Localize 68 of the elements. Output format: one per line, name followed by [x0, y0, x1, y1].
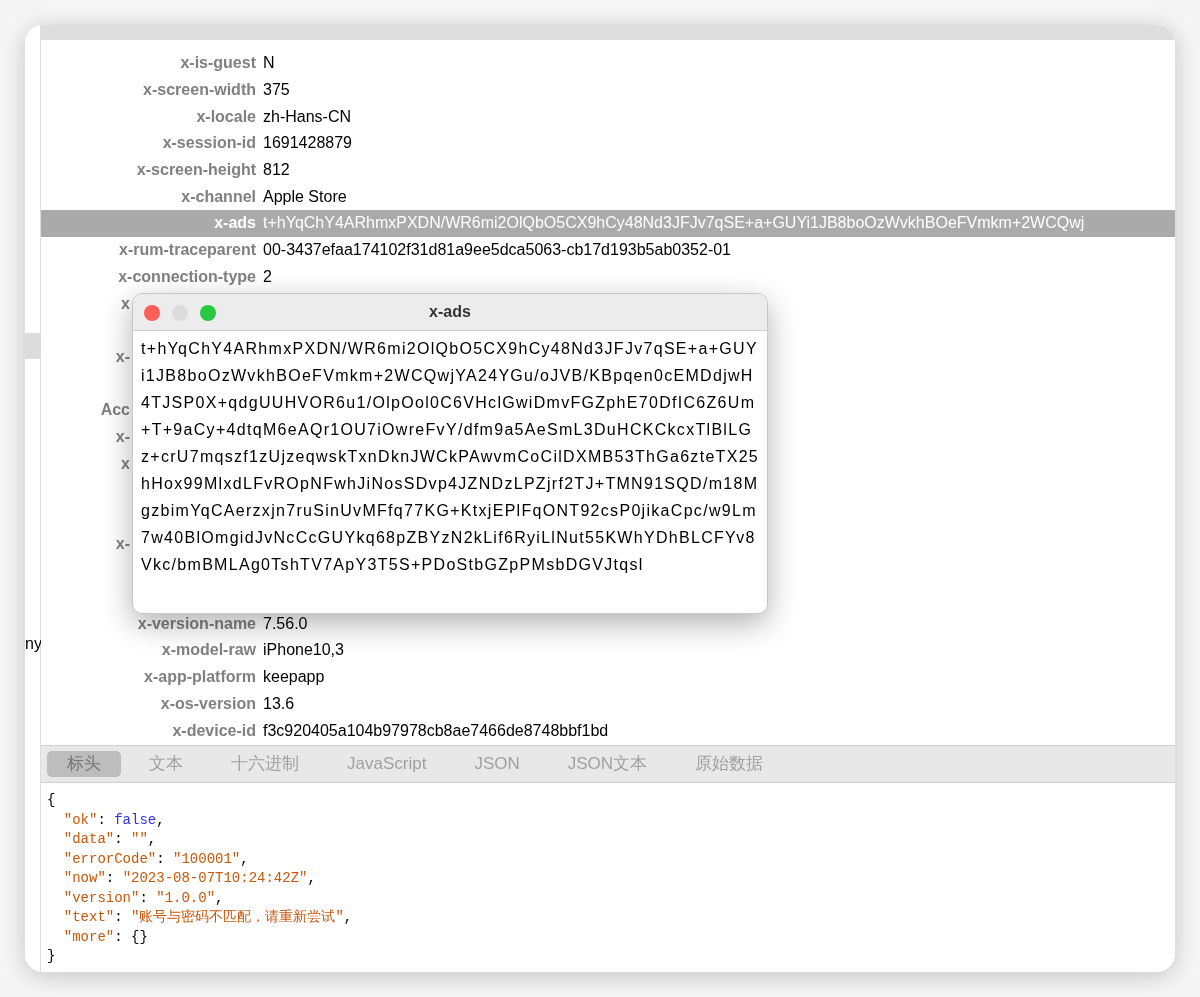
- header-name: x: [121, 454, 130, 472]
- header-name: x-is-guest: [179, 53, 256, 74]
- json-value: "账号与密码不匹配，请重新尝试": [131, 909, 344, 925]
- header-value: 812: [263, 160, 290, 181]
- header-value: N: [263, 53, 275, 74]
- header-name: x-session-id: [161, 133, 256, 154]
- header-name: x-: [115, 534, 130, 552]
- json-key: "ok": [63, 811, 98, 828]
- header-value: iPhone10,3: [263, 640, 344, 661]
- json-value: false: [114, 811, 157, 828]
- header-value: f3c920405a104b97978cb8ae7466de8748bbf1bd: [263, 720, 609, 741]
- header-value: zh-Hans-CN: [263, 106, 351, 127]
- json-brace: }: [47, 948, 56, 964]
- json-comma: ,: [147, 831, 157, 847]
- popup-title: x-ads: [429, 302, 471, 322]
- json-colon: :: [114, 831, 124, 847]
- json-value: {}: [131, 928, 148, 945]
- json-colon: :: [156, 850, 166, 867]
- side-text: ny: [25, 634, 41, 654]
- json-comma: ,: [156, 811, 165, 828]
- json-key: "data": [63, 831, 115, 847]
- header-name: x-os-version: [159, 693, 256, 714]
- header-value: 1691428879: [263, 133, 352, 154]
- json-value: "": [131, 831, 148, 847]
- header-name: x-: [115, 347, 130, 365]
- header-value: Apple Store: [263, 186, 347, 207]
- header-name: x-connection-type: [117, 266, 256, 287]
- header-name: x-rum-traceparent: [118, 240, 256, 261]
- json-value: "1.0.0": [156, 889, 216, 906]
- json-key: "version": [63, 889, 140, 906]
- header-value: keepapp: [263, 667, 325, 688]
- json-value: "2023-08-07T10:24:42Z": [122, 870, 308, 886]
- header-value: t+hYqChY4ARhmxPXDN/WR6mi2OlQbO5CX9hCy48Nd3JFJv7qSE+a+GUYi1JB8boOzWvkhBOeFVmkm+2WCQwj: [263, 213, 1085, 234]
- json-value: "100001": [173, 850, 241, 867]
- header-name: x-app-platform: [143, 667, 256, 688]
- json-key: "more": [63, 928, 115, 945]
- header-value: 375: [263, 80, 290, 101]
- header-value: 2: [263, 266, 272, 287]
- json-comma: ,: [343, 909, 353, 925]
- json-key: "errorCode": [63, 850, 157, 867]
- header-name: x-ads: [213, 213, 256, 234]
- json-colon: :: [105, 870, 116, 886]
- json-comma: ,: [307, 870, 316, 886]
- header-name: x-channel: [180, 186, 256, 207]
- header-name: x-screen-width: [142, 80, 256, 101]
- header-name: x-: [115, 427, 130, 445]
- header-value: 13.6: [263, 693, 295, 714]
- json-comma: ,: [215, 889, 224, 906]
- json-colon: :: [114, 909, 124, 925]
- header-value: 00-3437efaa174102f31d81a9ee5dca5063-cb17d193b5ab0352-01: [263, 240, 731, 261]
- header-name: x: [121, 294, 130, 312]
- header-name: x-model-raw: [160, 640, 256, 661]
- header-name: x-screen-height: [135, 160, 256, 181]
- json-comma: ,: [240, 850, 249, 867]
- header-value: 7.56.0: [263, 613, 308, 634]
- close-button[interactable]: [144, 305, 160, 321]
- json-brace: {: [47, 792, 56, 808]
- popup-text: t+hYqChY4ARhmxPXDN/WR6mi2OlQbO5CX9hCy48Nd3JFJv7qSE+a+GUYi1JB8boOzWvkhBOeFVmkm+2WCQwjYA24YGu/oJVB/KBpqen0cEMDdjwH4TJSP0X+qdgUUHVOR6u1/OlpOol0C6VHclGwiDmvFGZphE70DfIC6Z6Um+T+9aCy+4dtqM6eAQr1OU7iOwreFvY/dfm9a5AeSmL3DuHCKCkcxTlBlLGz+crU7mqszf1zUjzeqwskTxnDknJWCkPAwvmCoCilDXMB53ThGa6zteTX25hHox99MlxdLFvROpNFwhJiNosSDvp4JZNDzLPZjrf2TJ+TMN91SQD/m18MgzbimYqCAerzxjn7ruSinUvMFfq77KG+KtxjEPlFqONT92csP0jikaCpc/w9Lm7w40BlOmgidJvNcCcGUYkq68pZBYzN2kLif6RyiLlNut55KWhYDhBLCFYv8Vkc/bmBMLAg0TshTV7ApY3T5S+PDoStbGZpPMsbDGVJtqsl: [141, 339, 761, 575]
- json-key: "text": [63, 909, 115, 925]
- header-name: Acc: [100, 401, 130, 419]
- header-name: x-locale: [195, 106, 256, 127]
- json-colon: :: [97, 811, 107, 828]
- header-name: x-device-id: [171, 720, 256, 741]
- zoom-button[interactable]: [200, 305, 216, 321]
- header-name: x-version-name: [136, 613, 256, 634]
- json-colon: :: [139, 889, 149, 906]
- json-key: "now": [63, 870, 106, 886]
- json-colon: :: [114, 928, 124, 945]
